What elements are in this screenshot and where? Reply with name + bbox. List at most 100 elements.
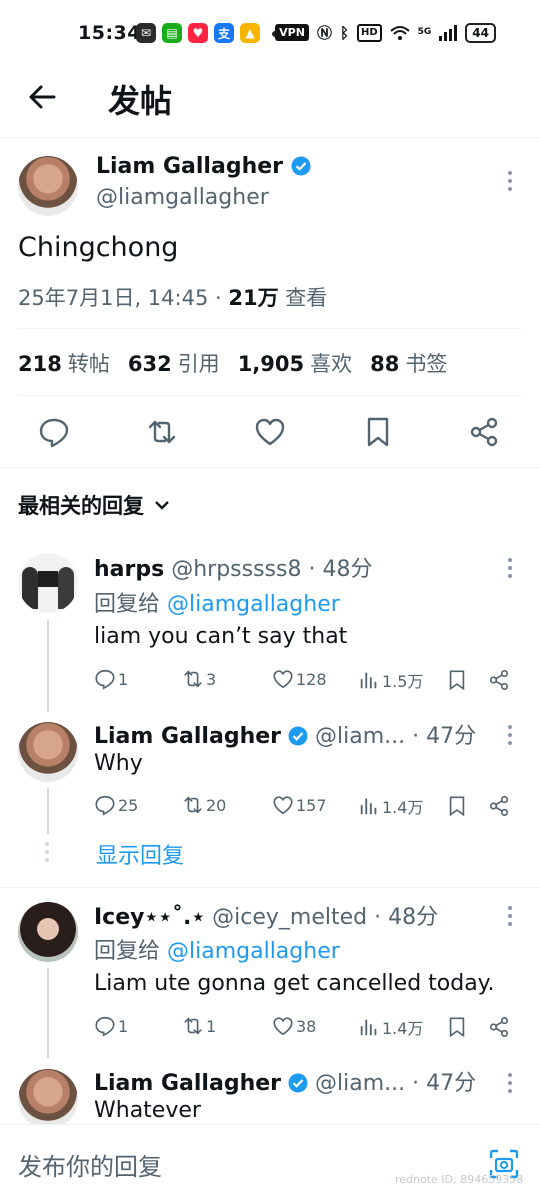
bookmark-icon[interactable]: [362, 416, 394, 448]
reply-author-handle[interactable]: @liam...: [315, 1071, 405, 1096]
reply-author-handle[interactable]: @icey_melted: [212, 905, 367, 930]
views-button[interactable]: 1.4万: [358, 1015, 423, 1039]
retweet-icon: [184, 1017, 202, 1035]
reply-text: Liam ute gonna get cancelled today.: [94, 971, 495, 996]
reply-button[interactable]: 1: [94, 1015, 128, 1037]
views-button[interactable]: 1.4万: [358, 794, 423, 818]
reply-avatar[interactable]: [18, 1069, 78, 1129]
reply-author-handle[interactable]: @liam...: [315, 724, 405, 749]
reply-actions: 1 3 128 1.5万: [94, 668, 524, 694]
watermark: rednote ID: 894659358: [395, 1173, 524, 1186]
retweet-button[interactable]: 3: [182, 668, 216, 690]
retweet-icon: [184, 796, 202, 814]
verified-badge-icon: [288, 1073, 308, 1093]
tweet-actions: [0, 396, 540, 468]
retweet-button[interactable]: 20: [182, 794, 226, 816]
bookmark-icon[interactable]: [446, 669, 468, 691]
reply-button[interactable]: 25: [94, 794, 138, 816]
reply-input[interactable]: 发布你的回复: [18, 1147, 162, 1182]
reply-avatar[interactable]: [18, 902, 78, 962]
tweet-views-label: 查看: [278, 286, 328, 310]
tweet-timestamp: 25年7月1日, 14:45 ·: [18, 286, 229, 310]
bluetooth-icon: ᛒ: [339, 23, 349, 42]
share-icon[interactable]: [488, 1016, 510, 1038]
more-options-icon[interactable]: [507, 558, 513, 582]
author-name[interactable]: Liam Gallagher: [96, 154, 311, 179]
reply-icon[interactable]: [38, 416, 70, 448]
reply-author-name[interactable]: Liam Gallagher: [94, 724, 281, 749]
reply-text: Why: [94, 751, 143, 776]
alipay-icon: 支: [214, 23, 234, 43]
reply-author-handle[interactable]: @hrpsssss8: [171, 557, 301, 582]
status-bar: 15:34 ✉ ▤ ♥ 支 ▲ VPN Ⓝ ᛒ HD 5G 44: [0, 0, 540, 66]
like-icon: [273, 1017, 293, 1036]
views-icon: [360, 1019, 377, 1036]
network-label: 5G: [417, 27, 432, 37]
reply-author-name[interactable]: Icey⋆⋆˚.⋆: [94, 905, 205, 930]
wechat-icon: ✉: [136, 23, 156, 43]
reply-to-link[interactable]: @liamgallagher: [167, 592, 340, 617]
author-handle[interactable]: @liamgallagher: [96, 185, 269, 210]
show-replies-link[interactable]: 显示回复: [96, 838, 184, 870]
stat-retweets[interactable]: 218 转帖: [18, 348, 110, 378]
thread-line: [47, 968, 49, 1058]
reply-header: Liam Gallagher @liam... · 47分: [94, 1065, 476, 1097]
verified-badge-icon: [291, 156, 311, 176]
reply-author-name[interactable]: Liam Gallagher: [94, 1071, 281, 1096]
messages-icon: ▤: [162, 23, 182, 43]
author-name-text: Liam Gallagher: [96, 154, 283, 179]
retweet-icon: [184, 670, 202, 688]
reply-time: · 48分: [301, 557, 373, 582]
like-button[interactable]: 38: [272, 1015, 316, 1037]
divider: [0, 887, 540, 888]
more-options-icon[interactable]: [507, 906, 513, 930]
reply-avatar[interactable]: [18, 553, 78, 613]
tweet-text: Chingchong: [18, 232, 179, 263]
verified-badge-icon: [288, 726, 308, 746]
bookmark-icon[interactable]: [446, 795, 468, 817]
reply-actions: 25 20 157 1.4万: [94, 794, 524, 820]
stat-likes[interactable]: 1,905 喜欢: [238, 348, 352, 378]
like-icon: [273, 796, 293, 815]
wifi-icon: [389, 25, 410, 40]
more-options-icon[interactable]: [507, 171, 513, 195]
like-button[interactable]: 128: [272, 668, 327, 690]
share-icon[interactable]: [468, 416, 500, 448]
share-icon[interactable]: [488, 669, 510, 691]
retweet-button[interactable]: 1: [182, 1015, 216, 1037]
tweet-meta: 25年7月1日, 14:45 · 21万 查看: [18, 282, 327, 312]
reply-to: 回复给 @liamgallagher: [94, 939, 340, 964]
reply-author-name[interactable]: harps: [94, 557, 164, 582]
reply-time: · 47分: [405, 724, 477, 749]
arrow-left-icon[interactable]: [26, 80, 60, 114]
like-button[interactable]: 157: [272, 794, 327, 816]
sort-label: 最相关的回复: [18, 494, 144, 518]
status-right: VPN Ⓝ ᛒ HD 5G 44: [275, 22, 496, 43]
thread-continue-dots: [45, 842, 49, 866]
reply-to-link[interactable]: @liamgallagher: [167, 939, 340, 964]
like-icon[interactable]: [254, 416, 286, 448]
retweet-icon[interactable]: [146, 416, 178, 448]
tweet-stats: 218 转帖 632 引用 1,905 喜欢 88 书签: [18, 348, 447, 378]
reply-time: · 47分: [405, 1071, 477, 1096]
stat-bookmarks[interactable]: 88 书签: [370, 348, 447, 378]
reply-header: Icey⋆⋆˚.⋆ @icey_melted · 48分: [94, 899, 438, 931]
chevron-down-icon: [155, 501, 169, 510]
bookmark-icon[interactable]: [446, 1016, 468, 1038]
more-options-icon[interactable]: [507, 1073, 513, 1097]
reply-button[interactable]: 1: [94, 668, 128, 690]
header: 发帖: [0, 66, 540, 138]
thread-line: [47, 788, 49, 834]
avatar[interactable]: [18, 156, 78, 216]
reply-avatar[interactable]: [18, 722, 78, 782]
stat-quotes[interactable]: 632 引用: [128, 348, 220, 378]
more-options-icon[interactable]: [507, 725, 513, 749]
reply-icon: [95, 795, 115, 816]
reply-text: liam you can’t say that: [94, 624, 348, 649]
reply-actions: 1 1 38 1.4万: [94, 1015, 524, 1041]
views-button[interactable]: 1.5万: [358, 668, 423, 692]
reply-sort-dropdown[interactable]: 最相关的回复: [18, 490, 170, 520]
divider: [18, 328, 522, 329]
reply-icon: [95, 1016, 115, 1037]
share-icon[interactable]: [488, 795, 510, 817]
